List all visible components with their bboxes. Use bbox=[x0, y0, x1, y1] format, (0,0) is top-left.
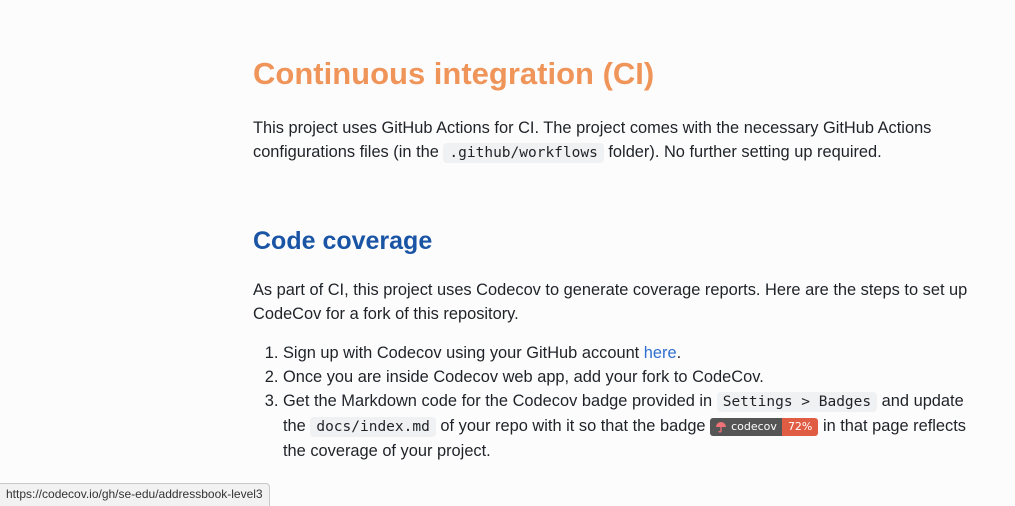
step-2-text: Once you are inside Codecov web app, add… bbox=[283, 368, 764, 386]
ci-text-end: folder). No further setting up required. bbox=[603, 143, 882, 161]
codecov-badge[interactable]: codecov 72% bbox=[710, 418, 819, 436]
coverage-steps-list: Sign up with Codecov using your GitHub a… bbox=[253, 341, 983, 463]
step-3-text-c: of your repo with it so that the badge bbox=[435, 417, 711, 435]
codecov-badge-label-section: codecov bbox=[710, 418, 782, 436]
step-3-text-a: Get the Markdown code for the Codecov ba… bbox=[283, 392, 717, 410]
workflows-code: .github/workflows bbox=[443, 143, 604, 163]
coverage-heading: Code coverage bbox=[253, 227, 433, 255]
step-1-end: . bbox=[676, 344, 682, 362]
ci-paragraph: This project uses GitHub Actions for CI.… bbox=[253, 116, 983, 165]
ci-heading: Continuous integration (CI) bbox=[253, 56, 655, 91]
codecov-badge-label: codecov bbox=[731, 420, 777, 433]
index-md-code: docs/index.md bbox=[310, 417, 436, 437]
link-status-bar: https://codecov.io/gh/se-edu/addressbook… bbox=[0, 483, 270, 506]
coverage-intro: As part of CI, this project uses Codecov… bbox=[253, 281, 968, 323]
step-3: Get the Markdown code for the Codecov ba… bbox=[283, 389, 983, 463]
umbrella-icon bbox=[716, 422, 727, 433]
step-1: Sign up with Codecov using your GitHub a… bbox=[283, 341, 983, 365]
step-1-text: Sign up with Codecov using your GitHub a… bbox=[283, 344, 644, 362]
settings-badges-code: Settings > Badges bbox=[716, 392, 878, 412]
step-2: Once you are inside Codecov web app, add… bbox=[283, 365, 983, 389]
codecov-badge-value: 72% bbox=[781, 418, 819, 436]
codecov-signup-link[interactable]: here bbox=[644, 344, 677, 362]
